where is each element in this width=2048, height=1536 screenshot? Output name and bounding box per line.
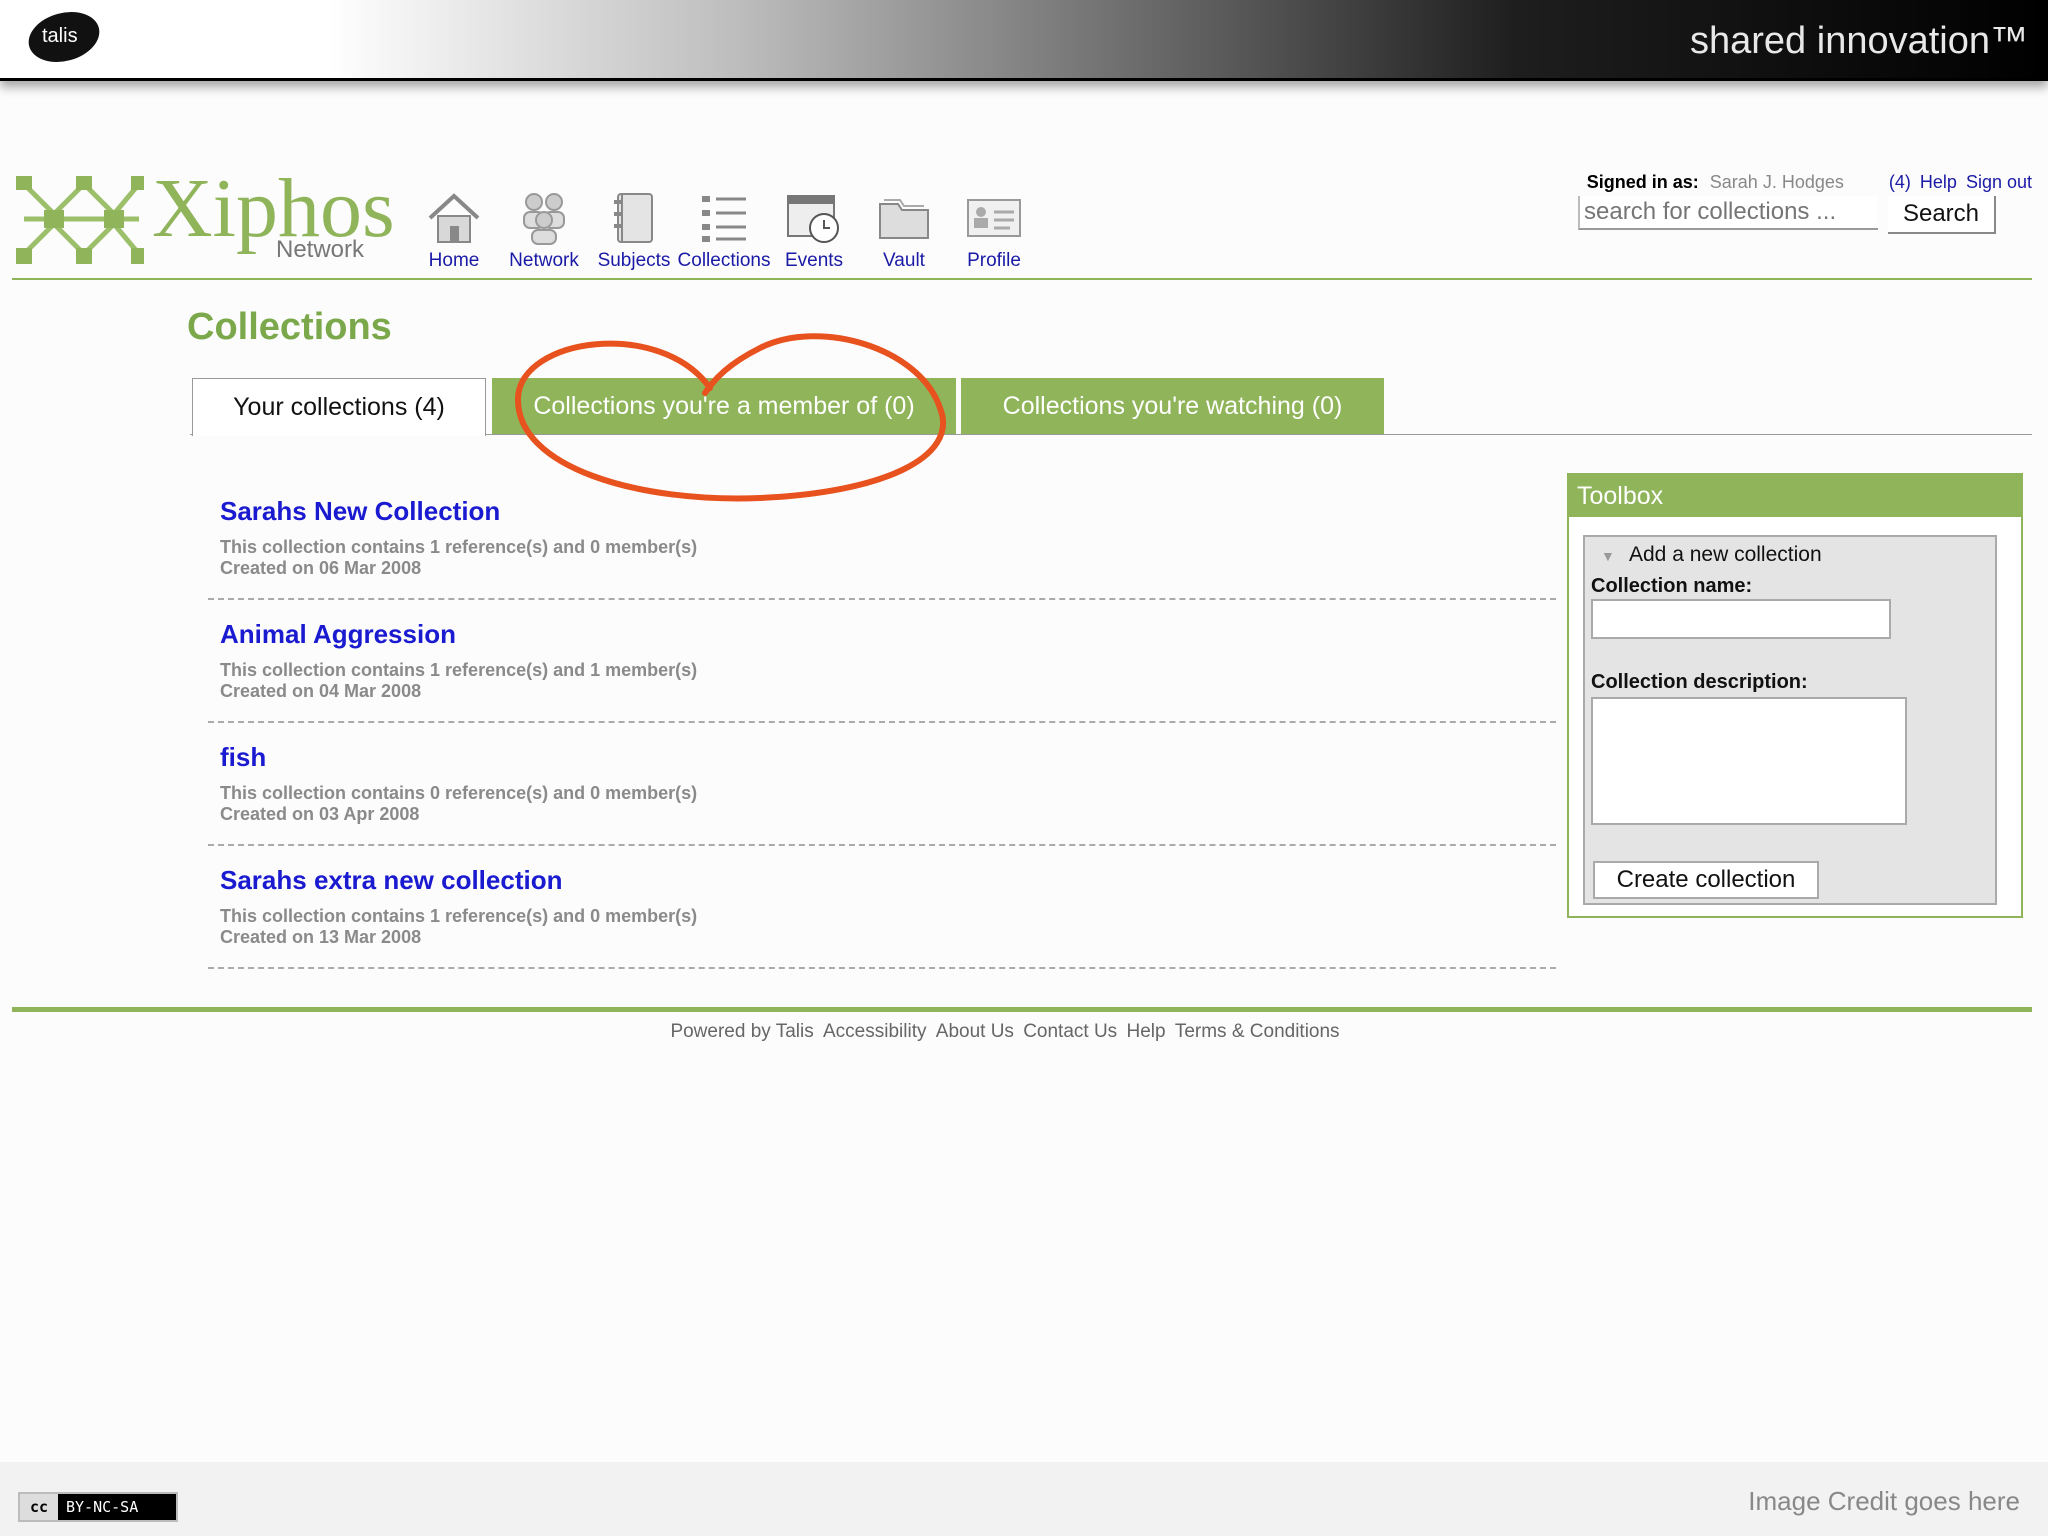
collection-created: Created on 13 Mar 2008 [220, 927, 422, 947]
toolbox-title: Toolbox [1569, 475, 2021, 517]
collection-title-link[interactable]: Animal Aggression [220, 613, 1556, 650]
people-icon [523, 193, 565, 245]
tab-watching-collections[interactable]: Collections you're watching (0) [961, 378, 1384, 434]
collections-list: Sarahs New Collection This collection co… [208, 490, 1556, 982]
license-text: BY-NC-SA [66, 1498, 139, 1516]
footer-link-terms[interactable]: Terms & Conditions [1175, 1021, 1340, 1042]
nav-label: Subjects [597, 250, 671, 271]
xiphos-logo[interactable]: Xiphos Network [14, 162, 395, 270]
list-item: Sarahs extra new collection This collect… [208, 859, 1556, 969]
messages-link[interactable]: (4) [1889, 172, 1911, 192]
nav-events[interactable]: Events [764, 190, 864, 272]
collection-name-label: Collection name: [1591, 575, 1753, 597]
image-credit: Image Credit goes here [1748, 1486, 2020, 1516]
nav-vault[interactable]: Vault [854, 190, 954, 272]
cc-icon: cc [20, 1494, 58, 1520]
help-link[interactable]: Help [1920, 172, 1957, 192]
folder-icon [879, 199, 929, 239]
nav-label: Events [784, 250, 844, 271]
footer-link-accessibility[interactable]: Accessibility [823, 1021, 926, 1042]
nav-label: Collections [677, 250, 771, 271]
tagline: shared innovation™ [1690, 20, 2028, 62]
expander-label: Add a new collection [1629, 543, 1822, 566]
footer-link-help[interactable]: Help [1126, 1021, 1165, 1042]
signin-user: Sarah J. Hodges [1709, 172, 1844, 192]
footer-links: Powered by Talis Accessibility About Us … [0, 1021, 2010, 1043]
talis-logo-text: talis [42, 25, 78, 47]
header-divider [12, 278, 2032, 280]
collection-description-field[interactable] [1591, 697, 1907, 825]
collection-description-label: Collection description: [1591, 671, 1808, 693]
notebook-icon [614, 193, 653, 243]
nav-profile[interactable]: Profile [944, 190, 1044, 272]
nav-network[interactable]: Network [494, 190, 594, 272]
collection-title-link[interactable]: Sarahs New Collection [220, 490, 1556, 527]
footer-link-contact[interactable]: Contact Us [1023, 1021, 1117, 1042]
create-collection-button[interactable]: Create collection [1593, 861, 1819, 899]
collection-created: Created on 04 Mar 2008 [220, 681, 422, 701]
page-title: Collections [187, 306, 392, 348]
collection-title-link[interactable]: fish [220, 736, 1556, 773]
footer-link-powered[interactable]: Powered by Talis [670, 1021, 813, 1042]
collection-name-field[interactable] [1591, 599, 1891, 639]
collection-summary: This collection contains 1 reference(s) … [220, 537, 698, 557]
nav-label: Network [509, 250, 579, 271]
signin-label: Signed in as: [1586, 172, 1699, 192]
list-icon [702, 196, 746, 242]
xiphos-logo-subtext: Network [276, 236, 365, 263]
search-button[interactable]: Search [1888, 196, 1996, 234]
nav-home[interactable]: Home [404, 190, 504, 272]
tab-member-collections[interactable]: Collections you're a member of (0) [492, 378, 956, 434]
search-input[interactable] [1578, 196, 1878, 230]
collection-created: Created on 06 Mar 2008 [220, 558, 422, 578]
footer-link-about[interactable]: About Us [936, 1021, 1014, 1042]
slide-banner: talis shared innovation™ [0, 0, 2048, 81]
collection-summary: This collection contains 0 reference(s) … [220, 783, 698, 803]
profile-card-icon [967, 199, 1021, 237]
chevron-down-icon: ▼ [1601, 548, 1615, 564]
nav-label: Home [428, 250, 480, 271]
calendar-clock-icon [787, 195, 839, 243]
nav-subjects[interactable]: Subjects [584, 190, 684, 272]
add-collection-expander[interactable]: ▼ Add a new collection [1601, 543, 1822, 567]
tab-your-collections[interactable]: Your collections (4) [192, 378, 486, 436]
nav-label: Profile [967, 250, 1021, 271]
collection-created: Created on 03 Apr 2008 [220, 804, 420, 824]
nav-label: Vault [883, 250, 925, 271]
cc-license-badge: cc BY-NC-SA [18, 1492, 178, 1522]
signout-link[interactable]: Sign out [1966, 172, 2032, 192]
collection-title-link[interactable]: Sarahs extra new collection [220, 859, 1556, 896]
list-item: Sarahs New Collection This collection co… [208, 490, 1556, 600]
collection-summary: This collection contains 1 reference(s) … [220, 660, 698, 680]
network-mesh-icon [16, 176, 144, 264]
toolbox-panel: Toolbox ▼ Add a new collection Collection… [1567, 473, 2023, 918]
collection-summary: This collection contains 1 reference(s) … [220, 906, 698, 926]
footer-divider [12, 1007, 2032, 1012]
nav-collections[interactable]: Collections [674, 190, 774, 272]
signin-area: Signed in as: Sarah J. Hodges (4) Help S… [1587, 172, 2032, 193]
slide-footer-bar [0, 1462, 2048, 1536]
list-item: fish This collection contains 0 referenc… [208, 736, 1556, 846]
toolbox-body: ▼ Add a new collection Collection name: C… [1583, 535, 1997, 905]
talis-logo: talis [28, 12, 100, 62]
home-icon [428, 193, 480, 243]
list-item: Animal Aggression This collection contai… [208, 613, 1556, 723]
